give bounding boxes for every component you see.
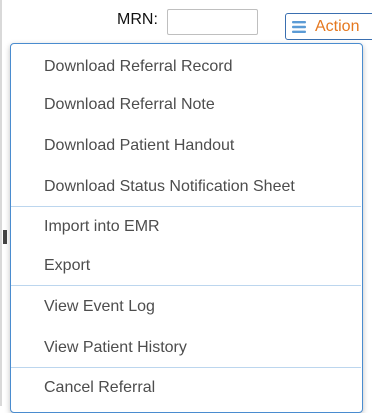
menu-divider — [11, 285, 361, 286]
action-button-label: Action — [315, 17, 360, 35]
action-button[interactable]: Action — [285, 13, 372, 40]
menu-item-download-patient-handout[interactable]: Download Patient Handout — [44, 136, 234, 156]
background-fragment — [3, 230, 7, 244]
menu-item-view-patient-history[interactable]: View Patient History — [44, 338, 187, 358]
menu-item-import-into-emr[interactable]: Import into EMR — [44, 217, 160, 237]
menu-item-export[interactable]: Export — [44, 256, 90, 276]
menu-item-download-referral-record[interactable]: Download Referral Record — [44, 57, 233, 77]
mrn-input[interactable] — [167, 9, 258, 35]
action-dropdown-menu: Download Referral Record Download Referr… — [10, 43, 363, 413]
page-edge-line — [0, 0, 2, 406]
menu-item-download-status-notification-sheet[interactable]: Download Status Notification Sheet — [44, 177, 295, 197]
mrn-label: MRN: — [117, 11, 158, 28]
hamburger-icon — [292, 20, 306, 33]
menu-item-cancel-referral[interactable]: Cancel Referral — [44, 378, 155, 398]
record-header: MRN: Action — [0, 0, 372, 40]
menu-divider — [11, 206, 361, 207]
menu-item-view-event-log[interactable]: View Event Log — [44, 297, 155, 317]
menu-item-download-referral-note[interactable]: Download Referral Note — [44, 95, 215, 115]
menu-divider — [11, 367, 361, 368]
